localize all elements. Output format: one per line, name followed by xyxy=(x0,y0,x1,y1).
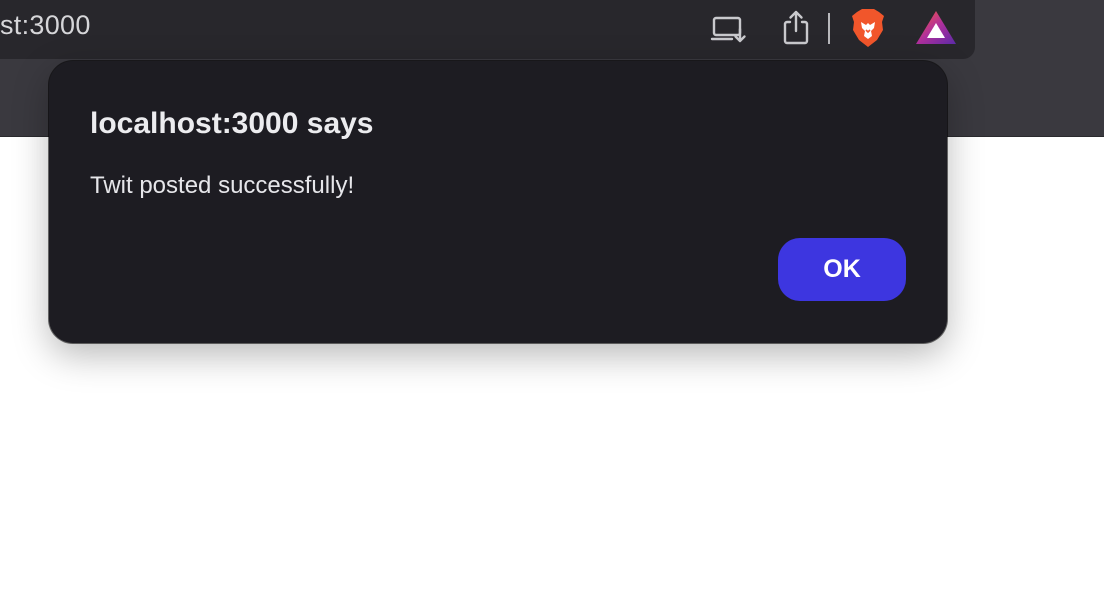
brave-shields-icon[interactable] xyxy=(849,8,887,48)
ok-button[interactable]: OK xyxy=(778,238,906,301)
brave-rewards-icon[interactable] xyxy=(915,10,957,46)
dialog-message: Twit posted successfully! xyxy=(90,172,355,199)
alert-dialog: localhost:3000 says Twit posted successf… xyxy=(49,61,947,343)
toolbar-divider xyxy=(828,13,830,44)
install-app-icon[interactable] xyxy=(710,12,748,46)
url-text[interactable]: st:3000 xyxy=(0,10,91,41)
share-icon[interactable] xyxy=(780,8,812,48)
dialog-title: localhost:3000 says xyxy=(90,107,374,140)
